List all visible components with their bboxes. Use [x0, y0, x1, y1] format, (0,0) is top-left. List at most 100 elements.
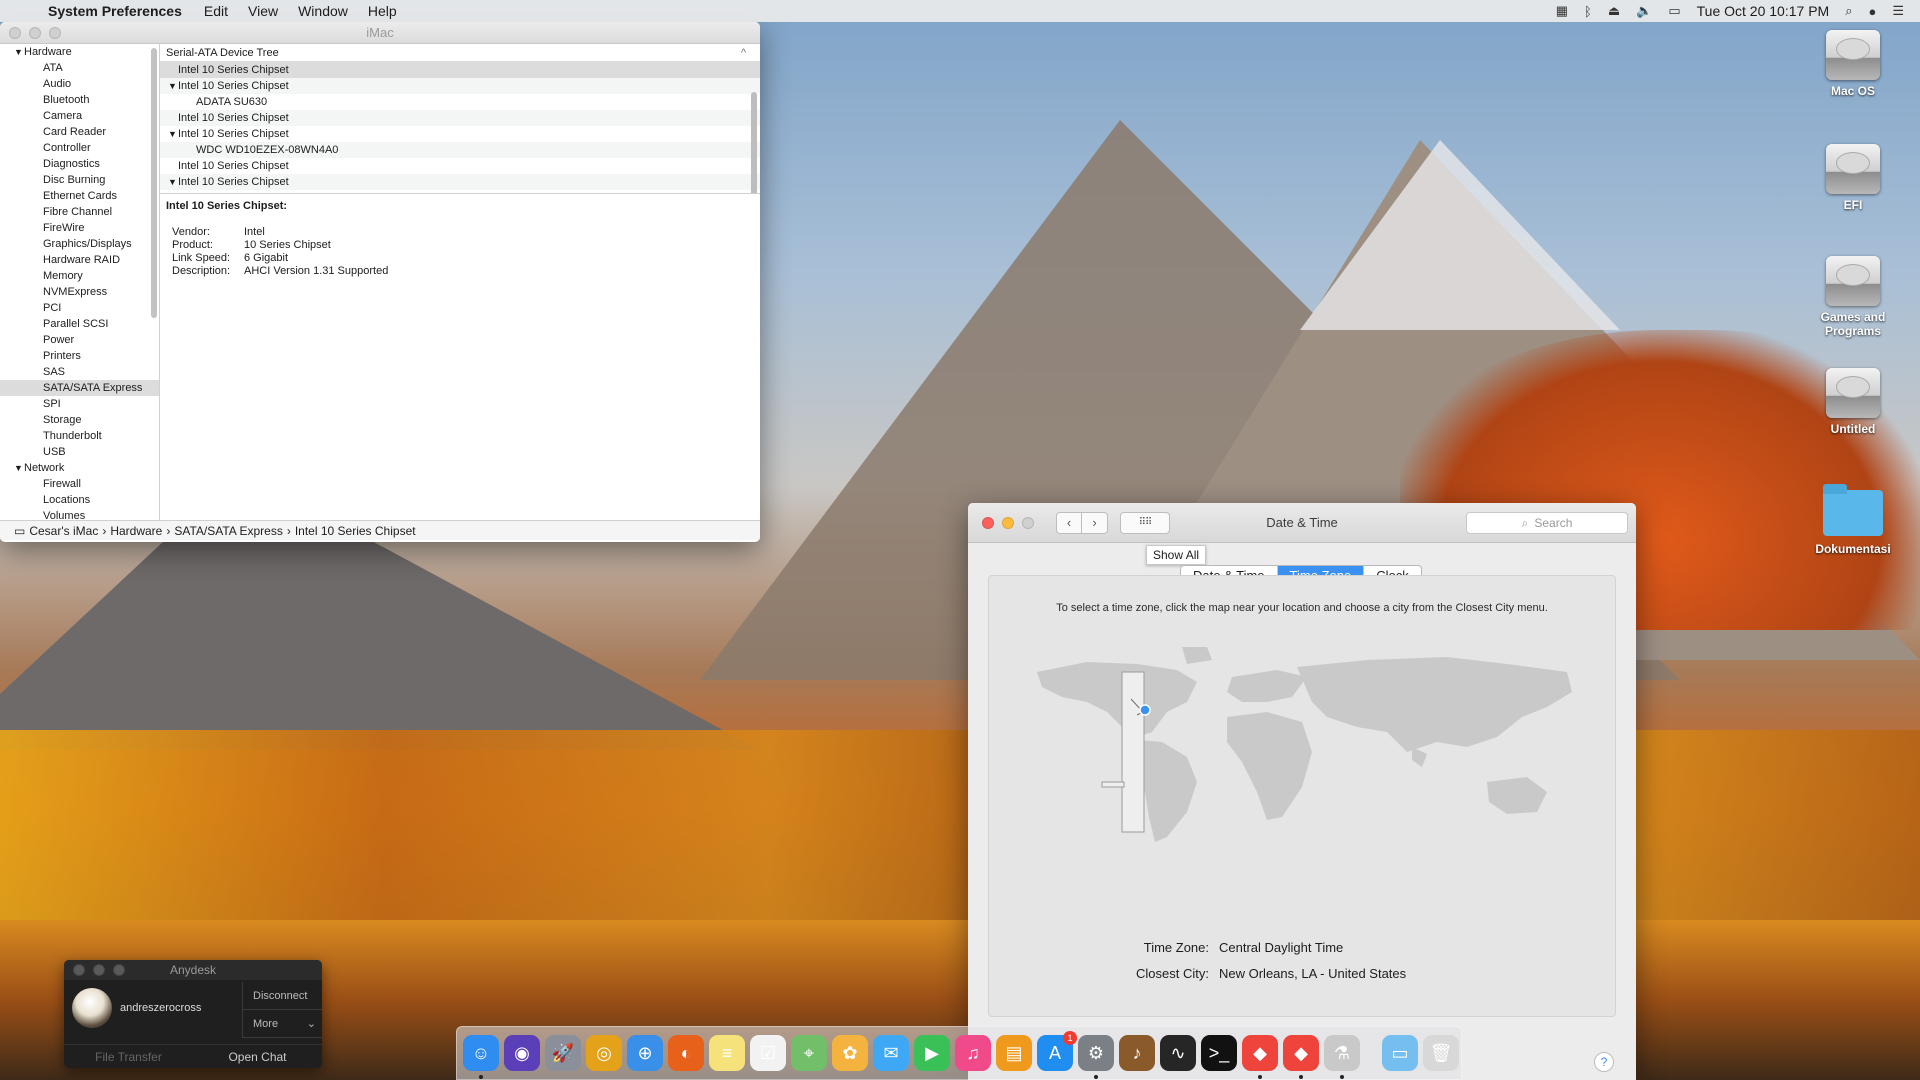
show-all-button[interactable]: ⠿⠿ — [1120, 511, 1170, 534]
open-chat-button[interactable]: Open Chat — [193, 1050, 322, 1064]
bluetooth-icon[interactable]: ᛒ — [1584, 4, 1592, 19]
sidebar-item[interactable]: Parallel SCSI — [0, 316, 159, 332]
terminal-icon[interactable]: >_ — [1201, 1035, 1237, 1071]
launchpad-icon[interactable]: 🚀 — [545, 1035, 581, 1071]
path-item[interactable]: Cesar's iMac — [29, 524, 98, 538]
disclosure-triangle-icon[interactable]: ▼ — [14, 461, 24, 475]
menu-app-name[interactable]: System Preferences — [48, 3, 182, 19]
sidebar-item[interactable]: Audio — [0, 76, 159, 92]
sidebar-item[interactable]: FireWire — [0, 220, 159, 236]
user-avatar-icon[interactable]: ● — [1868, 4, 1876, 19]
sort-chevron-icon[interactable]: ^ — [741, 44, 746, 61]
sidebar-item[interactable]: Bluetooth — [0, 92, 159, 108]
desktop-disk-mac-os[interactable]: Mac OS — [1798, 30, 1908, 98]
close-button[interactable] — [982, 516, 994, 529]
sidebar-item[interactable]: Card Reader — [0, 124, 159, 140]
sidebar-group-hardware[interactable]: ▼Hardware — [0, 44, 159, 60]
notification-center-icon[interactable]: ☰ — [1892, 3, 1904, 19]
disconnect-button[interactable]: Disconnect — [242, 982, 322, 1010]
app-store-icon[interactable]: A1 — [1037, 1031, 1077, 1071]
menu-view[interactable]: View — [248, 3, 278, 19]
zoom-button[interactable] — [1022, 516, 1034, 529]
sidebar-item[interactable]: Printers — [0, 348, 159, 364]
device-tree-header[interactable]: Serial-ATA Device Tree ^ — [160, 44, 760, 62]
reminders-icon[interactable]: ☑ — [750, 1035, 786, 1071]
path-item[interactable]: SATA/SATA Express — [174, 524, 282, 538]
sidebar-item[interactable]: Storage — [0, 412, 159, 428]
desktop-folder-dokumentasi[interactable]: Dokumentasi — [1798, 484, 1908, 556]
device-tree-row[interactable]: ▼Intel 10 Series Chipset — [160, 126, 760, 142]
device-tree-row[interactable]: ADATA SU630 — [160, 94, 760, 110]
messages-icon[interactable]: ✉ — [873, 1035, 909, 1071]
menu-edit[interactable]: Edit — [204, 3, 228, 19]
disclosure-triangle-icon[interactable]: ▼ — [14, 45, 24, 59]
path-item[interactable]: Hardware — [110, 524, 162, 538]
spotlight-search-icon[interactable]: ⌕ — [1845, 3, 1852, 19]
anydesk-titlebar[interactable]: Anydesk — [64, 960, 322, 980]
safari-icon[interactable]: ⊕ — [627, 1035, 663, 1071]
maps-icon[interactable]: ⌖ — [791, 1035, 827, 1071]
desktop-disk-games-and-programs[interactable]: Games and Programs — [1798, 256, 1908, 338]
search-input[interactable]: ⌕ Search — [1466, 512, 1628, 534]
activity-monitor-icon[interactable]: ∿ — [1160, 1035, 1196, 1071]
notes-icon[interactable]: ≡ — [709, 1035, 745, 1071]
forward-button[interactable]: › — [1082, 511, 1108, 534]
sidebar-item[interactable]: Thunderbolt — [0, 428, 159, 444]
firefox-icon[interactable]: ◐ — [668, 1035, 704, 1071]
system-preferences-icon[interactable]: ⚙ — [1078, 1035, 1114, 1079]
eject-icon[interactable]: ⏏ — [1608, 3, 1620, 19]
sidebar-item[interactable]: Controller — [0, 140, 159, 156]
sidebar-item[interactable]: PCI — [0, 300, 159, 316]
sidebar-item[interactable]: Power — [0, 332, 159, 348]
system-information-icon[interactable]: ⚗ — [1324, 1035, 1360, 1079]
sidebar-item[interactable]: SAS — [0, 364, 159, 380]
trash-icon[interactable]: 🗑 — [1423, 1035, 1459, 1071]
device-tree-row[interactable]: WDC WD10EZEX-08WN4A0 — [160, 142, 760, 158]
siri-icon[interactable]: ◉ — [504, 1035, 540, 1071]
zoom-button[interactable] — [49, 26, 61, 39]
back-button[interactable]: ‹ — [1056, 511, 1082, 534]
downloads-folder-icon[interactable]: ▭ — [1382, 1035, 1418, 1071]
path-item[interactable]: Intel 10 Series Chipset — [295, 524, 416, 538]
minimize-button[interactable] — [29, 26, 41, 39]
sidebar-item[interactable]: Graphics/Displays — [0, 236, 159, 252]
sidebar-item[interactable]: Disc Burning — [0, 172, 159, 188]
file-transfer-button[interactable]: File Transfer — [64, 1050, 193, 1064]
more-button[interactable]: More ⌄ — [242, 1010, 322, 1038]
finder-icon[interactable]: ☺ — [463, 1035, 499, 1079]
photos-icon[interactable]: ✿ — [832, 1035, 868, 1071]
device-tree-row[interactable]: Intel 10 Series Chipset — [160, 62, 760, 78]
sidebar-item[interactable]: SPI — [0, 396, 159, 412]
menu-window[interactable]: Window — [298, 3, 348, 19]
anydesk-icon[interactable]: ◆ — [1242, 1035, 1278, 1079]
window-titlebar[interactable]: iMac — [0, 22, 760, 44]
menu-help[interactable]: Help — [368, 3, 397, 19]
device-tree-row[interactable]: Intel 10 Series Chipset — [160, 158, 760, 174]
sidebar-item[interactable]: Volumes — [0, 508, 159, 520]
activity-monitor-status-icon[interactable]: ▦ — [1556, 3, 1568, 19]
minimize-button[interactable] — [1002, 516, 1014, 529]
volume-icon[interactable]: 🔈 — [1636, 3, 1652, 19]
device-tree-row[interactable]: ▼Intel 10 Series Chipset — [160, 78, 760, 94]
help-button[interactable]: ? — [1594, 1052, 1614, 1072]
input-source-flag-icon[interactable]: ▭ — [1668, 3, 1680, 19]
sidebar-item[interactable]: ATA — [0, 60, 159, 76]
sidebar-item[interactable]: Firewall — [0, 476, 159, 492]
world-time-zone-map[interactable] — [1027, 642, 1577, 852]
device-tree-row[interactable]: Intel 10 Series Chipset — [160, 110, 760, 126]
sidebar-item[interactable]: USB — [0, 444, 159, 460]
window-toolbar[interactable]: ‹ › ⠿⠿ Date & Time ⌕ Search — [968, 503, 1636, 543]
anydesk-2-icon[interactable]: ◆ — [1283, 1035, 1319, 1079]
sidebar-item[interactable]: Ethernet Cards — [0, 188, 159, 204]
chrome-icon[interactable]: ◎ — [586, 1035, 622, 1071]
sidebar-group-network[interactable]: ▼Network — [0, 460, 159, 476]
sidebar-item[interactable]: SATA/SATA Express — [0, 380, 159, 396]
sidebar-item[interactable]: Diagnostics — [0, 156, 159, 172]
desktop-disk-efi[interactable]: EFI — [1798, 144, 1908, 212]
sidebar-item[interactable]: Camera — [0, 108, 159, 124]
disclosure-triangle-icon[interactable]: ▼ — [168, 126, 178, 142]
device-tree-row[interactable]: ▼Intel 10 Series Chipset — [160, 174, 760, 190]
disclosure-triangle-icon[interactable]: ▼ — [168, 78, 178, 94]
sidebar-item[interactable]: Locations — [0, 492, 159, 508]
itunes-icon[interactable]: ♫ — [955, 1035, 991, 1071]
